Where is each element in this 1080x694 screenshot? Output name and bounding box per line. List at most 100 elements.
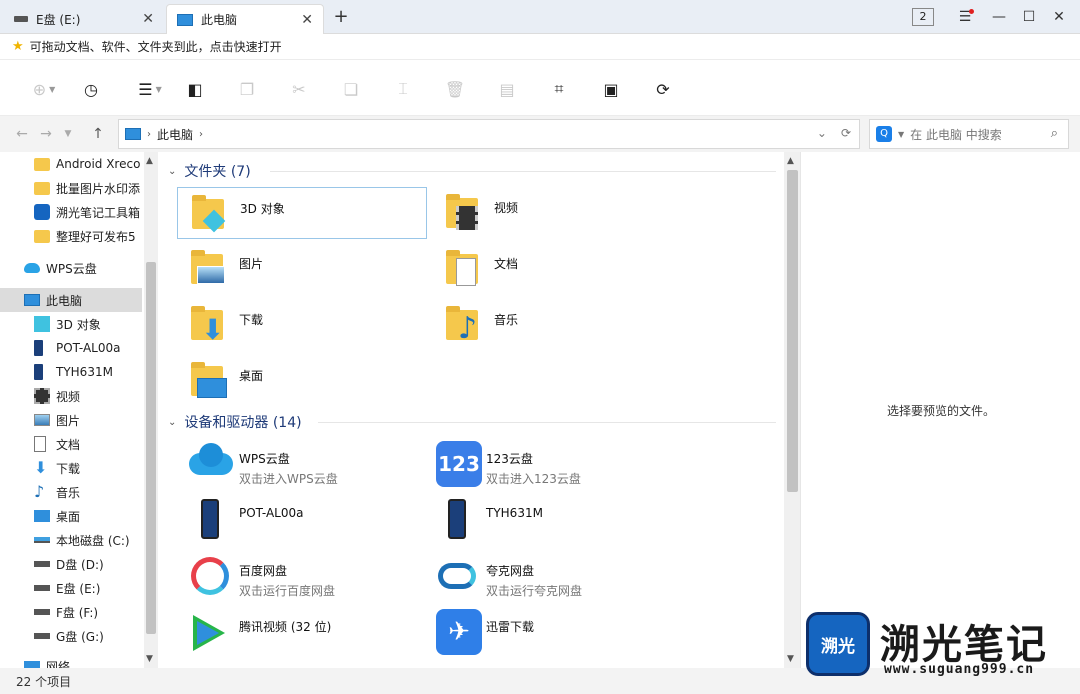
video-icon xyxy=(442,190,488,236)
sidebar-item-pot-al00a[interactable]: POT-AL00a xyxy=(0,336,142,360)
phone-icon xyxy=(34,340,43,356)
folder-tile-downloads[interactable]: ⬇ 下载 xyxy=(177,299,427,351)
scroll-down-icon[interactable]: ▼ xyxy=(787,654,794,664)
group-header-devices[interactable]: ⌄ 设备和驱动器 (14) xyxy=(168,411,302,433)
close-icon[interactable]: ✕ xyxy=(301,12,313,28)
sidebar-item-watermark[interactable]: 批量图片水印添 xyxy=(0,176,142,200)
search-engine-icon[interactable]: Q xyxy=(876,126,892,142)
minimize-button[interactable]: — xyxy=(988,6,1010,28)
sidebar-item-documents[interactable]: 文档 xyxy=(0,432,142,456)
device-tile-wps-cloud[interactable]: WPS云盘 双击进入WPS云盘 xyxy=(177,438,427,490)
properties-button[interactable]: ▤ xyxy=(494,76,520,102)
pane-icon: ◧ xyxy=(187,79,203,99)
device-tile-tencent-video[interactable]: 腾讯视频 (32 位) xyxy=(177,606,427,658)
device-tile-xunlei[interactable]: ✈ 迅雷下载 xyxy=(424,606,674,658)
content-scrollbar[interactable]: ▲ ▼ xyxy=(784,152,800,668)
favorites-hint: 可拖动文档、软件、文件夹到此，点击快速打开 xyxy=(29,40,282,54)
search-icon[interactable]: ⌕ xyxy=(1051,126,1058,141)
sidebar-item-toolbox[interactable]: 溯光笔记工具箱 xyxy=(0,200,142,224)
folder-tile-3d-objects[interactable]: 3D 对象 xyxy=(177,187,427,239)
forward-button[interactable]: → xyxy=(36,124,56,144)
favorites-bar[interactable]: ★ 可拖动文档、软件、文件夹到此，点击快速打开 xyxy=(0,34,1080,60)
window-count-badge[interactable]: 2 xyxy=(912,8,934,26)
phone-icon xyxy=(187,497,233,543)
address-path[interactable]: 此电脑 xyxy=(157,126,193,143)
sidebar-item-this-pc[interactable]: 此电脑 xyxy=(0,288,142,312)
scroll-down-icon[interactable]: ▼ xyxy=(146,654,153,664)
notes-icon: ▣ xyxy=(603,79,619,99)
device-tile-quark-netdisk[interactable]: 夸克网盘 双击运行夸克网盘 xyxy=(424,550,674,602)
folder-tile-documents[interactable]: 文档 xyxy=(432,243,682,295)
sidebar-item-wps-cloud[interactable]: WPS云盘 xyxy=(0,256,142,280)
chevron-down-icon[interactable]: ⌄ xyxy=(168,166,176,177)
pane-button[interactable]: ◧ xyxy=(182,76,208,102)
sidebar-item-drive-c[interactable]: 本地磁盘 (C:) xyxy=(0,528,142,552)
sidebar-item-publish[interactable]: 整理好可发布5 xyxy=(0,224,142,248)
chevron-right-icon[interactable]: › xyxy=(199,129,203,140)
tab-label: E盘 (E:) xyxy=(36,12,81,27)
sidebar-item-android-xreco[interactable]: Android Xreco xyxy=(0,152,142,176)
toolbar: ⊕ ▼ ◷ ☰ ▼ ◧ ❐ ✂ ❏ ⌶ 🗑 ▤ ⌗ ▣ ⟳ xyxy=(0,60,1080,116)
copy-button[interactable]: ❐ xyxy=(234,76,260,102)
tab-this-pc[interactable]: 此电脑 ✕ xyxy=(166,4,324,34)
sidebar-item-drive-f[interactable]: F盘 (F:) xyxy=(0,600,142,624)
folder-tile-pictures[interactable]: 图片 xyxy=(177,243,427,295)
sidebar-item-desktop[interactable]: 桌面 xyxy=(0,504,142,528)
content-area: ⌄ 文件夹 (7) 3D 对象 视频 图片 文档 ⬇ 下载 ♪ 音乐 桌面 ⌄ … xyxy=(158,152,800,668)
folder-tile-videos[interactable]: 视频 xyxy=(432,187,682,239)
folder-tile-desktop[interactable]: 桌面 xyxy=(177,355,427,407)
sidebar-item-tyh631m[interactable]: TYH631M xyxy=(0,360,142,384)
sidebar-item-downloads[interactable]: ⬇ 下载 xyxy=(0,456,142,480)
tab-e-drive[interactable]: E盘 (E:) ✕ xyxy=(4,4,164,34)
sidebar-item-3d-objects[interactable]: 3D 对象 xyxy=(0,312,142,336)
refresh-icon[interactable]: ⟳ xyxy=(841,126,851,140)
history-button[interactable]: ◷ xyxy=(78,76,104,102)
sidebar-item-drive-g[interactable]: G盘 (G:) xyxy=(0,624,142,648)
chevron-down-icon[interactable]: ⌄ xyxy=(168,417,176,428)
device-tile-baidu-netdisk[interactable]: 百度网盘 双击运行百度网盘 xyxy=(177,550,427,602)
drive-icon xyxy=(34,561,50,567)
crop-button[interactable]: ⌗ xyxy=(546,76,572,102)
paste-button[interactable]: ❏ xyxy=(338,76,364,102)
divider xyxy=(318,422,776,423)
group-header-folders[interactable]: ⌄ 文件夹 (7) xyxy=(168,160,251,182)
scrollbar-thumb[interactable] xyxy=(787,170,798,492)
refresh-toolbar-button[interactable]: ⟳ xyxy=(650,76,676,102)
tab-label: 此电脑 xyxy=(201,13,238,27)
rename-button[interactable]: ⌶ xyxy=(390,76,416,102)
maximize-button[interactable]: ☐ xyxy=(1018,6,1040,28)
view-button[interactable]: ☰ ▼ xyxy=(134,76,166,102)
notes-button[interactable]: ▣ xyxy=(598,76,624,102)
folder-tile-music[interactable]: ♪ 音乐 xyxy=(432,299,682,351)
scroll-up-icon[interactable]: ▲ xyxy=(787,156,794,166)
drive-icon xyxy=(34,633,50,639)
device-tile-123-cloud[interactable]: 123 123云盘 双击进入123云盘 xyxy=(424,438,674,490)
sidebar-item-pictures[interactable]: 图片 xyxy=(0,408,142,432)
device-tile-pot-al00a[interactable]: POT-AL00a xyxy=(177,494,427,546)
device-tile-tyh631m[interactable]: TYH631M xyxy=(424,494,674,546)
sidebar-item-music[interactable]: ♪ 音乐 xyxy=(0,480,142,504)
sidebar-item-network[interactable]: 网络 xyxy=(0,654,142,668)
address-bar[interactable]: › 此电脑 › ⌄ ⟳ xyxy=(118,119,860,149)
sidebar-item-drive-e[interactable]: E盘 (E:) xyxy=(0,576,142,600)
chevron-down-icon[interactable]: ⌄ xyxy=(817,126,827,140)
chevron-down-icon[interactable]: ▼ xyxy=(898,130,904,139)
search-input[interactable]: 在 此电脑 中搜索 xyxy=(910,126,1002,143)
sidebar-item-drive-d[interactable]: D盘 (D:) xyxy=(0,552,142,576)
cut-button[interactable]: ✂ xyxy=(286,76,312,102)
close-window-button[interactable]: ✕ xyxy=(1048,6,1070,28)
up-button[interactable]: ↑ xyxy=(88,124,108,144)
recent-dropdown[interactable]: ▼ xyxy=(58,124,78,144)
scrollbar-thumb[interactable] xyxy=(146,262,156,634)
search-box[interactable]: Q ▼ 在 此电脑 中搜索 ⌕ xyxy=(869,119,1069,149)
properties-icon: ▤ xyxy=(499,79,515,99)
quark-netdisk-icon xyxy=(434,553,480,599)
scroll-up-icon[interactable]: ▲ xyxy=(146,156,153,166)
back-button[interactable]: ← xyxy=(12,124,32,144)
delete-button[interactable]: 🗑 xyxy=(442,76,468,102)
close-icon[interactable]: ✕ xyxy=(142,11,154,27)
new-tab-button[interactable]: + xyxy=(330,6,352,28)
new-item-button[interactable]: ⊕ ▼ xyxy=(28,76,60,102)
sidebar-scrollbar[interactable]: ▲ ▼ xyxy=(144,152,158,668)
sidebar-item-videos[interactable]: 视频 xyxy=(0,384,142,408)
